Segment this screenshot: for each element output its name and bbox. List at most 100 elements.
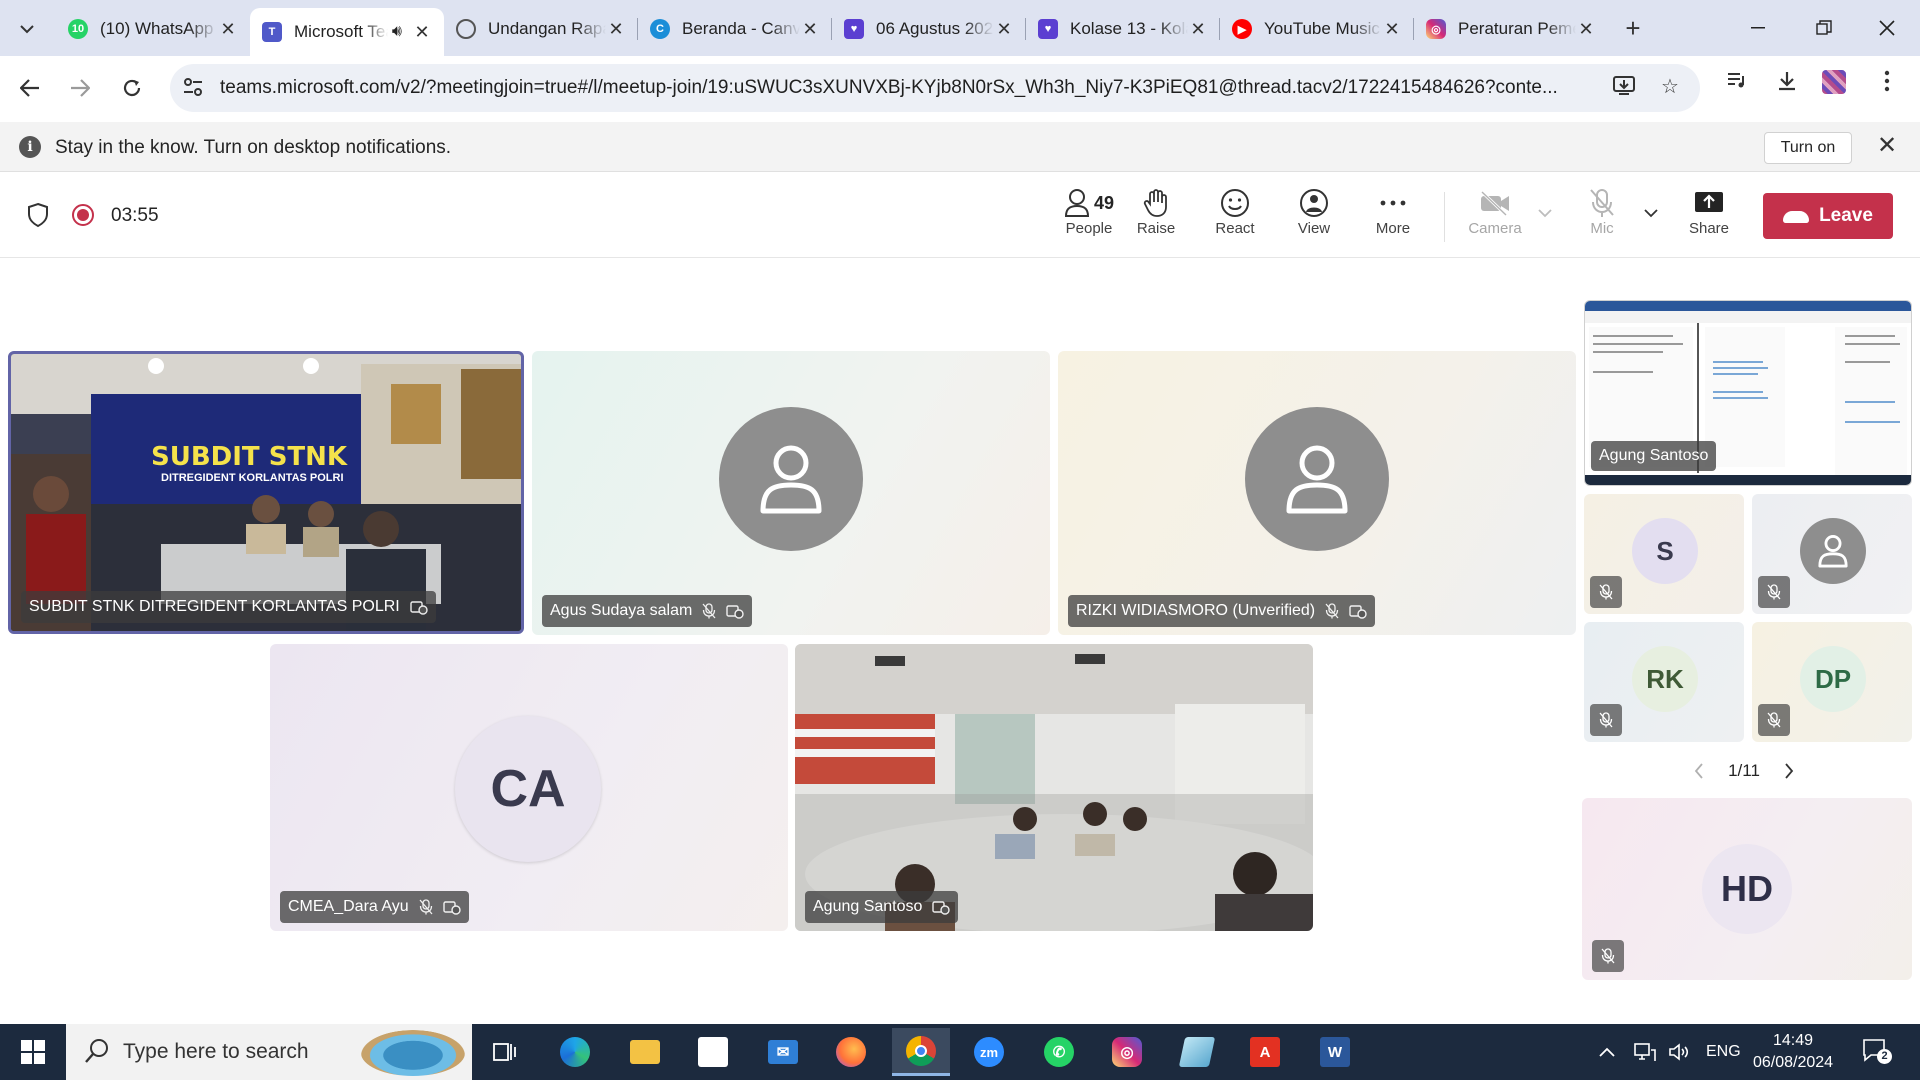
start-button[interactable] [0,1024,66,1080]
kebab-menu-icon[interactable] [1872,70,1902,100]
chevron-right-icon[interactable] [1784,763,1794,779]
close-icon[interactable]: ✕ [994,19,1014,40]
mic-button[interactable]: Mic [1567,186,1637,248]
pin-icon[interactable] [442,899,461,915]
tab-microsoft-teams[interactable]: T Microsoft Teams 🔊︎ ✕ [250,8,444,56]
pin-icon[interactable] [932,899,951,915]
system-clock[interactable]: 14:49 06/08/2024 [1748,1030,1838,1074]
shield-icon[interactable] [26,202,50,228]
participant-tile[interactable]: DP [1752,622,1912,742]
meeting-timer: 03:55 [111,205,159,226]
tab-kolase[interactable]: ♥ Kolase 13 - Kolase ✕ [1026,8,1220,50]
firefox-icon[interactable] [822,1028,880,1076]
pin-icon[interactable] [726,603,745,619]
tab-06-agustus[interactable]: ♥ 06 Agustus 2024 ✕ [832,8,1026,50]
address-bar[interactable]: teams.microsoft.com/v2/?meetingjoin=true… [170,64,1700,112]
download-icon[interactable] [1772,70,1802,100]
chevron-down-icon[interactable] [1644,208,1658,218]
close-window-button[interactable] [1857,8,1917,48]
install-app-icon[interactable] [1610,74,1638,102]
tab-peraturan[interactable]: ◎ Peraturan Pemerintah ✕ [1414,8,1608,50]
react-button[interactable]: React [1200,186,1270,248]
reload-button[interactable] [114,70,150,106]
new-tab-button[interactable]: + [1616,12,1650,46]
close-icon[interactable]: ✕ [218,19,238,40]
tab-undangan[interactable]: Undangan Rapat ✕ [444,8,638,50]
more-button[interactable]: More [1358,186,1428,248]
forward-button[interactable] [62,70,98,106]
video-tile[interactable]: Agung Santoso [795,644,1313,931]
restore-icon [1816,20,1832,35]
canva-icon: C [650,19,670,39]
hang-up-icon [1783,211,1810,223]
leave-button[interactable]: Leave [1763,193,1893,239]
bookmark-star-icon[interactable]: ☆ [1656,74,1684,102]
notification-center-icon[interactable]: 2 [1862,1038,1892,1064]
speaker-icon[interactable]: 🔊︎ [392,23,402,41]
site-info-icon[interactable] [180,76,206,102]
volume-icon[interactable] [1668,1024,1690,1080]
whatsapp-icon[interactable]: ✆ [1030,1028,1088,1076]
tab-whatsapp[interactable]: 10 (10) WhatsApp ✕ [56,8,250,50]
turn-on-button[interactable]: Turn on [1764,132,1852,164]
notification-banner: i Stay in the know. Turn on desktop noti… [0,122,1920,172]
raise-hand-button[interactable]: Raise [1121,186,1191,248]
reload-icon [123,79,141,97]
chevron-left-icon[interactable] [1694,763,1704,779]
windows-logo-icon [21,1040,45,1064]
tab-search-button[interactable] [10,12,44,46]
restore-button[interactable] [1794,8,1854,48]
back-button[interactable] [12,70,48,106]
mail-icon[interactable]: ✉ [754,1028,812,1076]
pin-icon[interactable] [1349,603,1367,619]
zoom-icon[interactable]: zm [960,1028,1018,1076]
acrobat-icon[interactable]: A [1236,1028,1294,1076]
close-icon[interactable]: ✕ [1188,19,1208,40]
tab-title: Kolase 13 - Kolase [1070,19,1188,38]
close-icon[interactable]: ✕ [606,19,626,40]
camera-button[interactable]: Camera [1460,186,1530,248]
participant-tile[interactable]: Agus Sudaya salam [532,351,1050,635]
close-icon[interactable]: ✕ [800,19,820,40]
profile-avatar[interactable] [1822,70,1852,100]
share-button[interactable]: Share [1674,186,1744,248]
share-label: Share [1688,220,1730,237]
participant-tile[interactable]: RK [1584,622,1744,742]
participant-tile[interactable] [1752,494,1912,614]
word-icon[interactable]: W [1306,1028,1364,1076]
participant-tile[interactable]: HD [1582,798,1912,980]
tab-youtube-music[interactable]: ▶ YouTube Music ✕ [1220,8,1414,50]
minimize-button[interactable] [1728,8,1788,48]
task-view-icon[interactable] [476,1028,534,1076]
edge-icon[interactable] [546,1028,604,1076]
pin-icon[interactable] [410,599,428,615]
close-icon[interactable]: ✕ [1576,19,1596,40]
tab-canva[interactable]: C Beranda - Canva ✕ [638,8,832,50]
video-tile[interactable]: SUBDIT STNK DITREGIDENT KORLANTAS POLRI … [8,351,524,634]
show-hidden-icons[interactable] [1598,1024,1616,1080]
view-label: View [1297,220,1331,237]
close-icon[interactable]: ✕ [1382,19,1402,40]
participant-tile[interactable]: CA CMEA_Dara Ayu [270,644,788,931]
chevron-down-icon[interactable] [1538,208,1552,218]
close-icon[interactable]: ✕ [412,22,432,43]
participant-nameplate: RIZKI WIDIASMORO (Unverified) [1068,595,1376,627]
input-language[interactable]: ENG [1706,1024,1741,1080]
taskbar-search[interactable]: Type here to search [66,1024,472,1080]
mic-off-icon [1590,704,1622,736]
mic-label: Mic [1590,220,1614,237]
view-button[interactable]: View [1279,186,1349,248]
file-explorer-icon[interactable] [616,1028,674,1076]
participant-tile[interactable]: S [1584,494,1744,614]
screen-share-tile[interactable]: Agung Santoso [1584,300,1912,486]
instagram-icon[interactable]: ◎ [1098,1028,1156,1076]
store-icon[interactable] [684,1028,742,1076]
close-icon[interactable]: ✕ [1874,133,1900,159]
whatsapp-icon: 10 [68,19,88,39]
network-icon[interactable] [1632,1024,1656,1080]
media-controls-icon[interactable] [1722,70,1752,100]
notepad-icon[interactable] [1168,1028,1226,1076]
chrome-icon[interactable] [892,1028,950,1076]
participant-tile[interactable]: RIZKI WIDIASMORO (Unverified) [1058,351,1576,635]
gallery-pager: 1/11 [1694,756,1794,786]
